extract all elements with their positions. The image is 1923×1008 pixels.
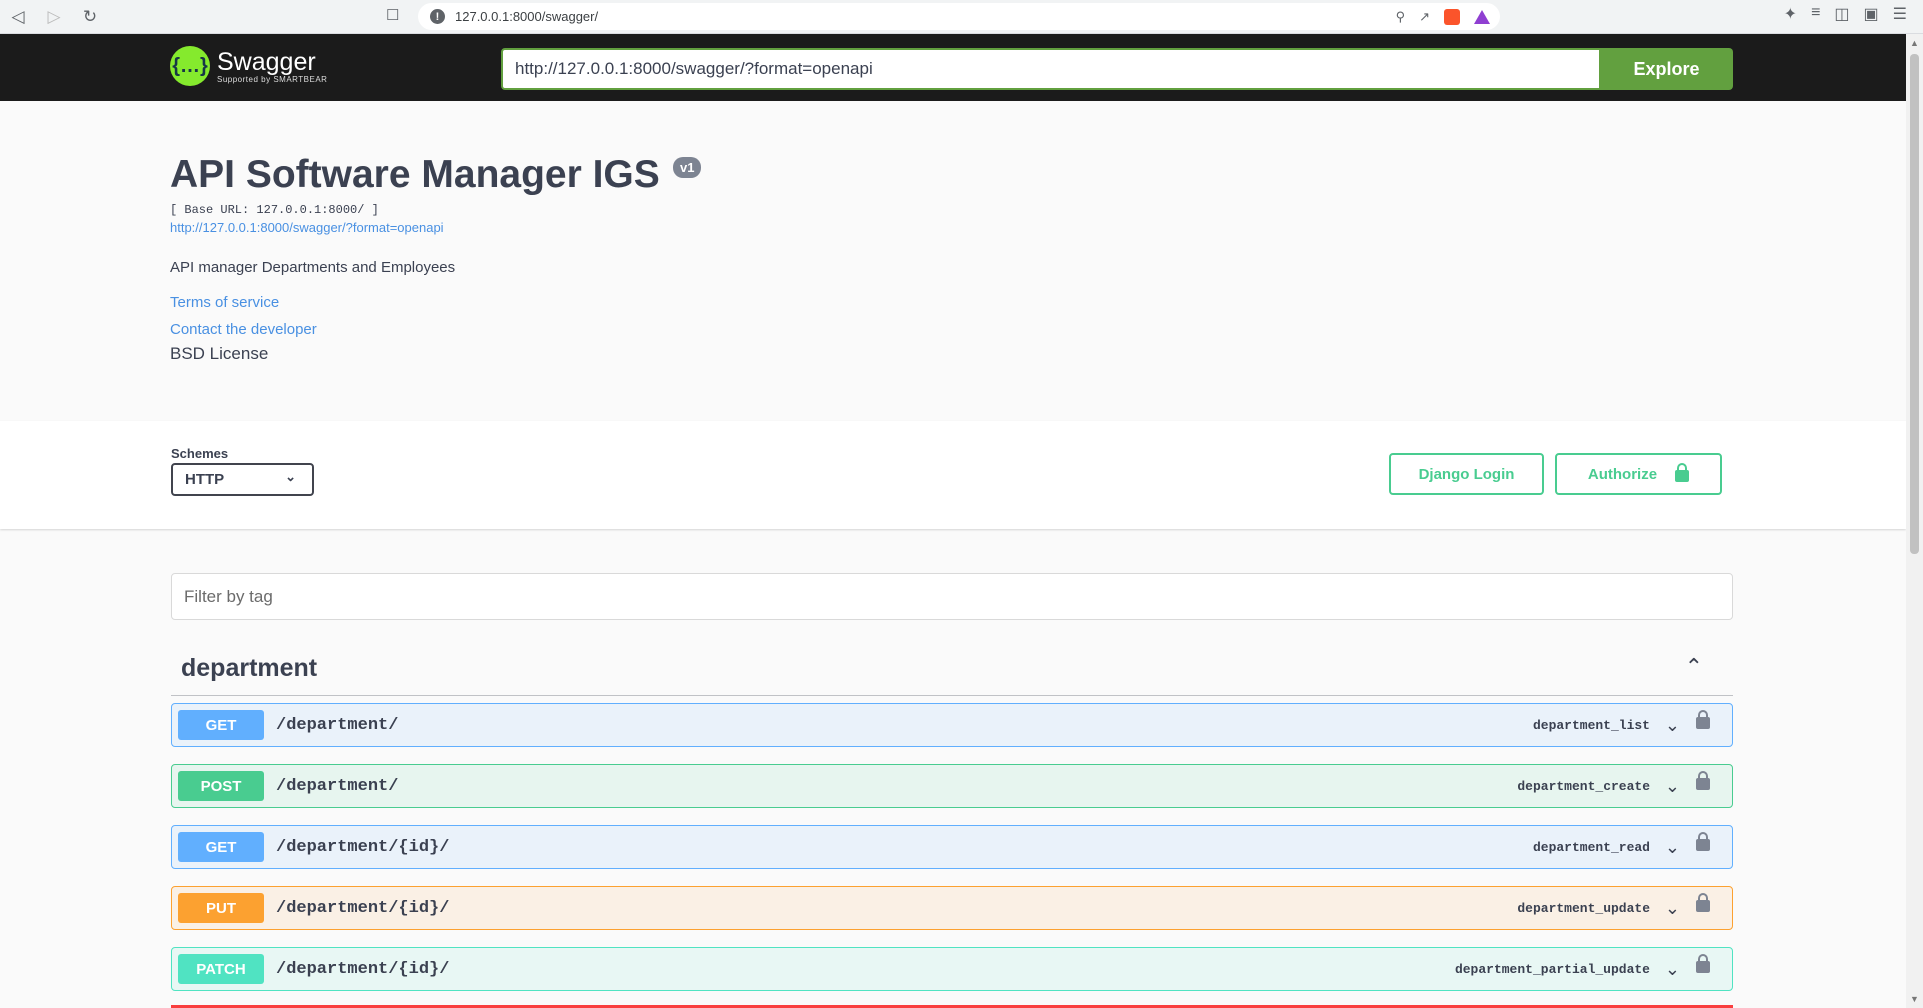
operation-row[interactable]: POST /department/ department_create ⌄	[171, 764, 1733, 808]
schemes-label: Schemes	[171, 446, 229, 461]
chevron-down-icon[interactable]: ⌄	[1665, 776, 1680, 797]
sidebar-icon[interactable]: ◫	[1834, 4, 1849, 24]
explore-button[interactable]: Explore	[1600, 48, 1733, 90]
playlist-icon[interactable]: ≡	[1811, 4, 1820, 24]
method-badge: GET	[178, 710, 264, 740]
schemes-selected-value: HTTP	[185, 471, 225, 488]
authorize-label: Authorize	[1587, 465, 1658, 483]
tag-name: department	[181, 654, 318, 682]
terms-of-service-link[interactable]: Terms of service	[170, 294, 279, 311]
operation-path: /department/{id}/	[276, 898, 450, 918]
chevron-up-icon[interactable]: ⌃	[1685, 654, 1703, 680]
address-url: 127.0.0.1:8000/swagger/	[455, 9, 599, 24]
logo-text: Swagger	[217, 47, 316, 76]
chevron-down-icon[interactable]: ⌄	[1665, 715, 1680, 736]
operation-row[interactable]: GET /department/{id}/ department_read ⌄	[171, 825, 1733, 869]
operation-id: department_list	[1532, 717, 1650, 733]
operation-row[interactable]: PATCH /department/{id}/ department_parti…	[171, 947, 1733, 991]
schemes-bar: Schemes HTTP ⌄ Django Login Authorize	[0, 421, 1906, 529]
operation-path: /department/{id}/	[276, 837, 450, 857]
method-badge: PATCH	[178, 954, 264, 984]
operation-path: /department/{id}/	[276, 959, 450, 979]
logo-subtext: Supported by SMARTBEAR	[217, 74, 328, 84]
bookmark-icon[interactable]: ☐	[386, 6, 399, 24]
base-url: [ Base URL: 127.0.0.1:8000/ ]	[170, 203, 379, 217]
swagger-logo-icon: {…}	[170, 46, 210, 86]
license-text: BSD License	[170, 344, 269, 363]
operation-row[interactable]: PUT /department/{id}/ department_update …	[171, 886, 1733, 930]
method-badge: GET	[178, 832, 264, 862]
authorize-button[interactable]: Authorize	[1555, 453, 1722, 495]
extensions-area: ✦ ≡ ◫ ▣ ☰	[1784, 4, 1907, 24]
back-icon[interactable]: ◁	[0, 2, 36, 32]
contact-developer-link[interactable]: Contact the developer	[170, 321, 317, 338]
lock-icon[interactable]	[1696, 771, 1710, 790]
method-badge: POST	[178, 771, 264, 801]
lock-icon[interactable]	[1696, 954, 1710, 973]
extensions-icon[interactable]: ✦	[1784, 4, 1797, 24]
swagger-logo[interactable]: {…} Swagger Supported by SMARTBEAR	[170, 46, 327, 86]
operation-id: department_partial_update	[1454, 961, 1650, 977]
operation-id: department_create	[1517, 778, 1650, 794]
zoom-icon[interactable]: ⚲	[1396, 9, 1406, 25]
filter-by-tag-input[interactable]: Filter by tag	[171, 573, 1733, 620]
forward-icon[interactable]: ▷	[36, 2, 72, 32]
page-title: API Software Manager IGS	[170, 153, 660, 196]
operation-row[interactable]: GET /department/ department_list ⌄	[171, 703, 1733, 747]
lock-icon[interactable]	[1696, 710, 1710, 729]
wallet-icon[interactable]: ▣	[1864, 4, 1879, 24]
operation-id: department_update	[1517, 900, 1650, 916]
lock-icon[interactable]	[1696, 893, 1710, 912]
tag-section-header[interactable]: department ⌃	[171, 648, 1733, 696]
spec-url-input[interactable]: http://127.0.0.1:8000/swagger/?format=op…	[501, 48, 1601, 90]
menu-icon[interactable]: ☰	[1893, 4, 1907, 24]
site-info-icon[interactable]: !	[430, 9, 445, 24]
operation-path: /department/	[276, 776, 399, 796]
scroll-up-icon[interactable]: ▲	[1910, 38, 1919, 48]
lock-icon	[1675, 463, 1690, 482]
share-icon[interactable]: ↗	[1419, 9, 1430, 25]
swagger-topbar: {…} Swagger Supported by SMARTBEAR http:…	[0, 34, 1906, 101]
version-badge: v1	[673, 157, 702, 178]
spec-link[interactable]: http://127.0.0.1:8000/swagger/?format=op…	[170, 220, 444, 235]
chevron-down-icon[interactable]: ⌄	[1665, 959, 1680, 980]
method-badge: PUT	[178, 893, 264, 923]
api-description: API manager Departments and Employees	[170, 259, 456, 276]
chevron-down-icon: ⌄	[285, 469, 296, 484]
operation-id: department_read	[1532, 839, 1650, 855]
operation-path: /department/	[276, 715, 399, 735]
chevron-down-icon[interactable]: ⌄	[1665, 837, 1680, 858]
chevron-down-icon[interactable]: ⌄	[1665, 898, 1680, 919]
info-section: API Software Manager IGS v1 [ Base URL: …	[0, 101, 1906, 421]
django-login-button[interactable]: Django Login	[1389, 453, 1544, 495]
schemes-select[interactable]: HTTP ⌄	[171, 463, 314, 496]
brave-shield-icon[interactable]	[1444, 8, 1460, 25]
reload-icon[interactable]: ↻	[72, 2, 108, 32]
scrollbar-thumb[interactable]	[1910, 54, 1919, 554]
page-scrollbar[interactable]: ▲ ▼	[1906, 34, 1923, 1008]
scroll-down-icon[interactable]: ▼	[1910, 994, 1919, 1004]
address-bar[interactable]: ! 127.0.0.1:8000/swagger/ ⚲ ↗	[418, 3, 1500, 30]
lock-icon[interactable]	[1696, 832, 1710, 851]
browser-toolbar: ◁ ▷ ↻ ☐ ! 127.0.0.1:8000/swagger/ ⚲ ↗ ✦ …	[0, 0, 1923, 34]
brave-rewards-icon[interactable]	[1474, 9, 1490, 24]
